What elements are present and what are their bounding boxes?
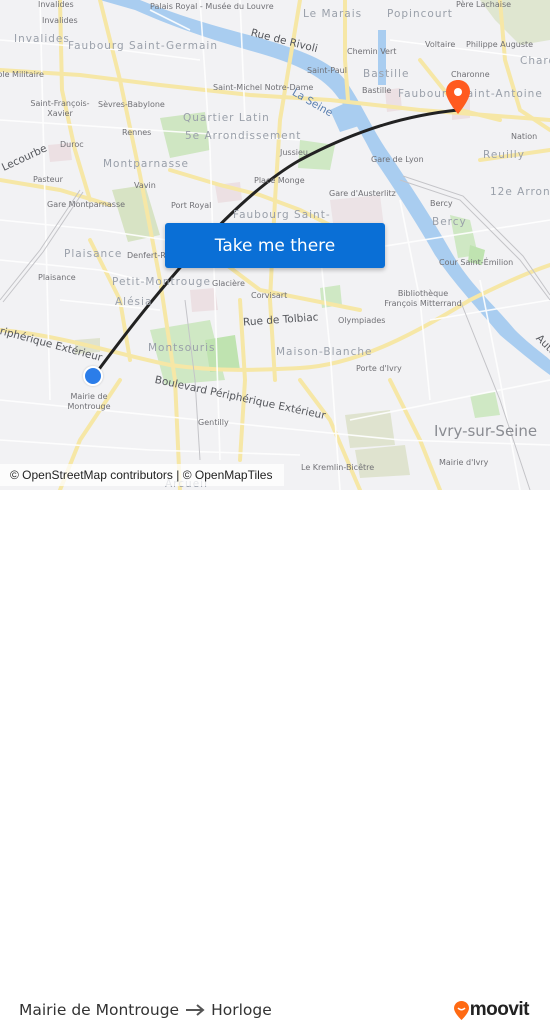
stop-label: Bastille	[362, 86, 392, 95]
stop-label: Père Lachaise	[456, 0, 512, 9]
district-label-text: Faubourg Saint-Germain	[68, 40, 218, 52]
stop-label: Gare Montparnasse	[47, 200, 126, 209]
stop-label: Mairie de Montrouge	[67, 392, 111, 411]
map-attribution: © OpenStreetMap contributors | © OpenMap…	[0, 464, 285, 486]
district-label: Reuilly	[483, 149, 525, 161]
footer-bar: Mairie de Montrouge Horloge moovit	[0, 490, 550, 1020]
stop-label: Pasteur	[33, 175, 63, 184]
district-label: Charonne	[520, 55, 550, 67]
stop-label: Invalides	[38, 0, 74, 9]
stop-label: Voltaire	[425, 40, 456, 49]
stop-label: Invalides	[42, 16, 78, 25]
district-label: Quartier Latin	[183, 112, 270, 124]
route-summary: Mairie de Montrouge Horloge	[19, 1001, 272, 1019]
district-label: Invalides	[14, 33, 70, 45]
stop-label: Porte d'Ivry	[356, 364, 402, 373]
district-label: Faubourg Saint-Germain	[68, 40, 217, 52]
route-origin: Mairie de Montrouge	[19, 1001, 180, 1019]
arrow-right-icon	[185, 1004, 205, 1016]
district-label: Popincourt	[387, 8, 453, 20]
stop-label: Bibliothèque François Mitterrand	[384, 289, 462, 308]
take-me-there-button[interactable]: Take me there	[165, 223, 385, 268]
attribution-text[interactable]: © OpenStreetMap contributors | © OpenMap…	[10, 468, 272, 482]
stop-label: Duroc	[60, 140, 84, 149]
stop-label: Gare d'Austerlitz	[329, 189, 396, 198]
stop-label: Port Royal	[171, 201, 212, 210]
district-label: Le Marais	[303, 8, 363, 20]
stop-label: Gare de Lyon	[371, 155, 424, 164]
stop-label: Cour Saint-Émilion	[439, 258, 514, 267]
stop-label: École Militaire	[0, 70, 44, 79]
stop-label: Chemin Vert	[347, 47, 397, 56]
stop-label: Corvisart	[251, 291, 288, 300]
stop-label: Gentilly	[198, 418, 229, 427]
moovit-logo[interactable]: moovit	[453, 999, 530, 1021]
district-label: Maison-Blanche	[276, 346, 373, 358]
stop-label: Nation	[511, 132, 538, 141]
origin-marker[interactable]	[83, 366, 103, 386]
moovit-pin-icon	[453, 1000, 469, 1020]
stop-label: Glacière	[212, 279, 245, 288]
stop-label: Sèvres-Babylone	[98, 100, 165, 109]
district-label: Bastille	[363, 68, 410, 80]
stop-label: Plaisance	[38, 273, 76, 282]
brand-name: moovit	[469, 999, 530, 1020]
district-label: Bercy	[432, 216, 467, 228]
stop-label: Saint-Michel Notre-Dame	[213, 83, 314, 92]
city-label: Ivry-sur-Seine	[434, 422, 538, 440]
stop-label: Saint-Paul	[307, 66, 347, 75]
district-label: 5e Arrondissement	[185, 130, 302, 142]
stop-label: Place Monge	[254, 176, 305, 185]
destination-pin-icon[interactable]	[446, 80, 470, 114]
stop-label: Rennes	[122, 128, 152, 137]
district-label: Montparnasse	[103, 158, 189, 170]
stop-label: Saint-François-Xavier	[30, 99, 90, 118]
stop-label: Mairie d'Ivry	[439, 458, 489, 467]
stop-label: Philippe Auguste	[466, 40, 534, 49]
stop-label: Bercy	[430, 199, 453, 208]
district-label: Plaisance	[64, 248, 123, 260]
district-label: Montsouris	[148, 342, 216, 354]
district-label: Petit-Montrouge	[112, 276, 211, 288]
stop-label: Olympiades	[338, 316, 386, 325]
stop-label: Vavin	[134, 181, 156, 190]
map-view[interactable]: Invalides Faubourg Saint-Germain Le Mara…	[0, 0, 550, 490]
stop-label: Le Kremlin-Bicêtre	[301, 463, 375, 472]
district-label: Faubourg Saint-	[233, 209, 331, 221]
stop-label: Palais Royal - Musée du Louvre	[150, 2, 274, 11]
route-destination: Horloge	[211, 1001, 272, 1019]
stop-label: Charonne	[451, 70, 490, 79]
district-label: 12e Arrondissement	[490, 186, 550, 198]
stop-label: Jussieu	[280, 148, 308, 157]
district-label: Alésia	[115, 296, 153, 308]
